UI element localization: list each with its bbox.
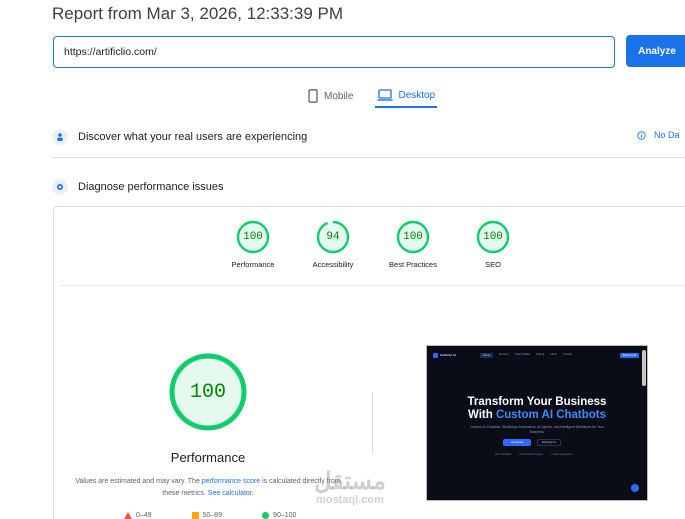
real-users-section[interactable]: Discover what your real users are experi… (52, 124, 685, 150)
thumb-headline-line2: With Custom AI Chatbots (427, 409, 647, 422)
triangle-icon (124, 512, 132, 519)
users-icon (52, 129, 68, 145)
thumb-headline-line1: Transform Your Business (467, 396, 607, 408)
thumb-cta: Book a Call (619, 352, 639, 358)
thumb-headline-highlight: Custom AI Chatbots (495, 409, 607, 422)
gauge-accessibility-score: 94 (326, 231, 340, 243)
thumb-buttons: Get Started WhatsApp Us (503, 439, 561, 446)
report-title: Report from Mar 3, 2026, 12:33:39 PM (52, 4, 344, 23)
tab-desktop-label: Desktop (398, 89, 436, 101)
watermark-arabic: مستقل (314, 468, 386, 495)
thumb-nav-item: Services (498, 352, 509, 356)
gauge-performance[interactable]: 100 Performance (221, 220, 285, 269)
legend-average-label: 50–89 (202, 512, 223, 519)
gauge-performance-label: Performance (231, 260, 275, 269)
thumb-nav-item: Home (479, 352, 493, 358)
thumb-nav-item: Pricing (536, 352, 545, 356)
performance-note-pre: Values are estimated and may vary. The (75, 478, 202, 485)
tab-mobile[interactable]: Mobile (305, 84, 355, 108)
legend-pass-label: 90–100 (273, 512, 297, 519)
diagnose-label: Diagnose performance issues (78, 181, 224, 193)
performance-title: Performance (170, 450, 246, 465)
performance-score-link[interactable]: performance score (202, 478, 260, 485)
legend-fail: 0–49 (124, 512, 152, 519)
gauge-seo-score: 100 (483, 231, 503, 243)
gauge-accessibility[interactable]: 94 Accessibility (301, 220, 365, 269)
thumb-nav-item: About (550, 352, 557, 356)
thumb-feature: Custom Integrations (551, 453, 573, 456)
thumb-logo: Artificlio AI (433, 352, 456, 358)
thumb-primary-button: Get Started (503, 439, 531, 446)
tab-desktop[interactable]: Desktop (375, 84, 438, 108)
thumb-secondary-button: WhatsApp Us (537, 439, 561, 446)
thumbnail-scrollbar[interactable] (642, 350, 646, 386)
performance-big-gauge: 100 (168, 352, 248, 432)
diagnose-section: Diagnose performance issues (52, 174, 685, 200)
gauge-best-practices-score: 100 (403, 231, 423, 243)
thumb-nav-item: Contact (562, 352, 572, 356)
performance-big-score: 100 (189, 380, 226, 404)
gauge-accessibility-label: Accessibility (312, 260, 354, 269)
square-icon (191, 512, 199, 519)
device-tabs: Mobile Desktop (305, 84, 438, 114)
gauges-divider (60, 285, 685, 286)
thumb-nav-links: Home Services Case Studies Pricing About… (479, 352, 572, 358)
thumb-features: 24/7 Availability Multi-Channel Support … (495, 453, 573, 456)
vertical-divider (372, 392, 373, 454)
url-input[interactable] (54, 37, 614, 67)
legend-average: 50–89 (191, 512, 223, 519)
no-data-label: No Da (654, 130, 680, 140)
info-icon (637, 130, 646, 140)
thumb-headline: Transform Your Business With Custom AI C… (427, 396, 647, 422)
circle-icon (262, 512, 270, 519)
thumb-subtext: Custom AI Chatbots, WhatsApp Automation,… (470, 425, 604, 434)
gauge-seo[interactable]: 100 SEO (461, 220, 525, 269)
score-legend: 0–49 50–89 90–100 (124, 512, 296, 519)
tab-mobile-label: Mobile (324, 90, 354, 102)
thumb-nav-item: Case Studies (514, 352, 531, 356)
gauge-best-practices[interactable]: 100 Best Practices (381, 220, 445, 269)
phone-icon (308, 89, 318, 103)
thumb-logo-text: Artificlio AI (440, 353, 456, 357)
watermark: مستقل mostaql.com (305, 468, 395, 507)
laptop-icon (377, 89, 393, 101)
thumb-nav: Artificlio AI Home Services Case Studies… (433, 351, 639, 359)
thumb-feature: Multi-Channel Support (519, 453, 544, 456)
thumb-headline-with: With (467, 409, 496, 422)
section-divider (52, 157, 685, 158)
legend-pass: 90–100 (262, 512, 296, 519)
no-data-indicator: No Da (637, 130, 680, 140)
gauge-seo-label: SEO (485, 260, 501, 269)
thumb-chat-icon (631, 484, 639, 492)
legend-fail-label: 0–49 (136, 512, 152, 519)
thumb-feature: 24/7 Availability (495, 453, 512, 456)
watermark-latin: mostaql.com (316, 494, 384, 506)
lighthouse-icon (52, 179, 68, 195)
page-screenshot-thumbnail[interactable]: Artificlio AI Home Services Case Studies… (426, 345, 648, 501)
gauge-performance-score: 100 (243, 231, 263, 243)
calculator-link[interactable]: See calculator. (208, 490, 254, 497)
url-field[interactable] (53, 36, 615, 68)
real-users-label: Discover what your real users are experi… (78, 131, 308, 143)
gauge-best-practices-label: Best Practices (389, 260, 437, 269)
analyze-button[interactable]: Analyze (626, 35, 685, 67)
